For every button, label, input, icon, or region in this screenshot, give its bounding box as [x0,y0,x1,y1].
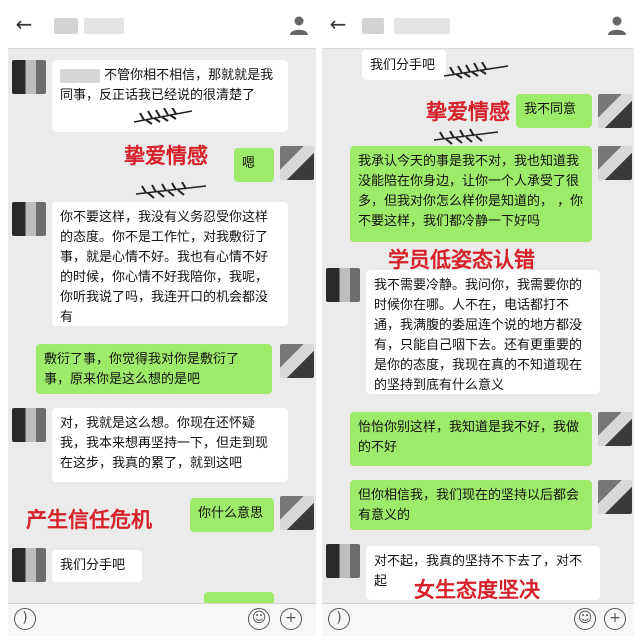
blurred-contact-name-2 [394,18,450,34]
annotation-label: 女生态度坚决 [414,578,540,602]
plus-icon[interactable]: + [280,608,302,630]
avatar[interactable] [598,94,632,128]
leaf-ornament-icon [433,128,499,145]
avatar[interactable] [12,60,46,94]
avatar[interactable] [280,146,314,180]
blurred-text [60,68,100,83]
voice-icon[interactable]: ) [328,608,350,630]
message-bubble-sent: 嗯 [234,148,274,182]
avatar[interactable] [12,202,46,236]
message-text: 你什么意思 [198,506,264,521]
left-chat-screenshot: ← 不管你相不相信，那就就是我同事，反正话我已经说的很清楚了 挚爱情感 嗯 你不… [8,4,316,636]
message-bubble-sent: 但你相信我，我们现在的坚持以后都会有意义的 [350,480,592,530]
right-chat-screenshot: ← 我们分手吧 挚爱情感 我不同意 我承认今天的事是我不对，我也知道我没能陪在你… [322,4,634,636]
emoji-icon[interactable]: ☺ [248,608,270,630]
avatar[interactable] [598,412,632,446]
message-text: 敷衍了事，你觉得我对你是敷衍了事，原来你是这么想的是吧 [44,352,240,387]
plus-icon[interactable]: + [604,608,626,630]
message-text: 怡怡你别这样，我知道是我不好，我做的不好 [358,420,580,455]
back-arrow-icon[interactable]: ← [326,12,350,36]
message-bubble-sent: 我不同意 [516,94,592,128]
message-text: 但你相信我，我们现在的坚持以后都会有意义的 [358,488,580,523]
message-text: 对，我就是这么想。你现在还怀疑我，我本来想再坚持一下，但走到现在这步，我真的累了… [60,416,269,471]
message-bubble-received: 我们分手吧 [362,50,446,80]
blurred-contact-name [54,18,78,34]
message-bubble-sent: 我承认今天的事是我不对，我也知道我没能陪在你身边，让你一个人承受了很多，但我对你… [350,146,592,242]
chat-input-bar: ) ☺ + [322,603,634,636]
message-text: 我承认今天的事是我不对，我也知道我没能陪在你身边，让你一个人承受了很多，但我对你… [358,154,584,229]
message-bubble-sent: 敷衍了事，你觉得我对你是敷衍了事，原来你是这么想的是吧 [36,344,272,394]
annotation-label: 产生信任危机 [26,508,152,532]
message-bubble-received: 对，我就是这么想。你现在还怀疑我，我本来想再坚持一下，但走到现在这步，我真的累了… [52,408,288,482]
message-bubble-sent: 怡怡你别这样，我知道是我不好，我做的不好 [350,412,592,466]
avatar[interactable] [12,408,46,442]
voice-icon[interactable]: ) [14,608,36,630]
message-text: 你不要这样，我没有义务忍受你这样的态度。你不是工作忙，对我敷衍了事，就是心情不好… [60,210,269,325]
message-text: 我们分手吧 [370,58,436,73]
person-icon[interactable] [288,14,310,36]
message-text: 我不需要冷静。我问你，我需要你的时候你在哪。人不在，电话都打不通，我满腹的委屈连… [374,278,583,393]
message-bubble-received: 我们分手吧 [52,550,142,582]
avatar[interactable] [598,480,632,514]
chat-header: ← [322,4,634,49]
avatar[interactable] [280,496,314,530]
leaf-ornament-icon [135,182,207,199]
person-icon[interactable] [606,14,628,36]
message-bubble-received: 我不需要冷静。我问你，我需要你的时候你在哪。人不在，电话都打不通，我满腹的委屈连… [366,270,600,394]
chat-header: ← [8,4,316,49]
message-text: 嗯 [242,156,256,171]
avatar[interactable] [326,268,360,302]
avatar[interactable] [280,344,314,378]
back-arrow-icon[interactable]: ← [12,12,36,36]
avatar[interactable] [12,548,46,582]
avatar[interactable] [598,146,632,180]
emoji-icon[interactable]: ☺ [574,608,596,630]
message-text: 我不同意 [524,102,577,117]
annotation-label: 挚爱情感 [124,144,208,168]
blurred-contact-name-2 [84,18,124,34]
message-bubble-sent: 你什么意思 [190,498,274,532]
leaf-ornament-icon [443,62,509,79]
blurred-contact-name [362,18,384,34]
chat-input-bar: ) ☺ + [8,603,316,636]
avatar[interactable] [326,544,360,578]
leaf-ornament-icon [133,108,193,125]
message-text: 我们分手吧 [60,558,126,573]
annotation-label: 挚爱情感 [426,100,510,124]
message-bubble-received: 你不要这样，我没有义务忍受你这样的态度。你不是工作忙，对我敷衍了事，就是心情不好… [52,202,288,326]
